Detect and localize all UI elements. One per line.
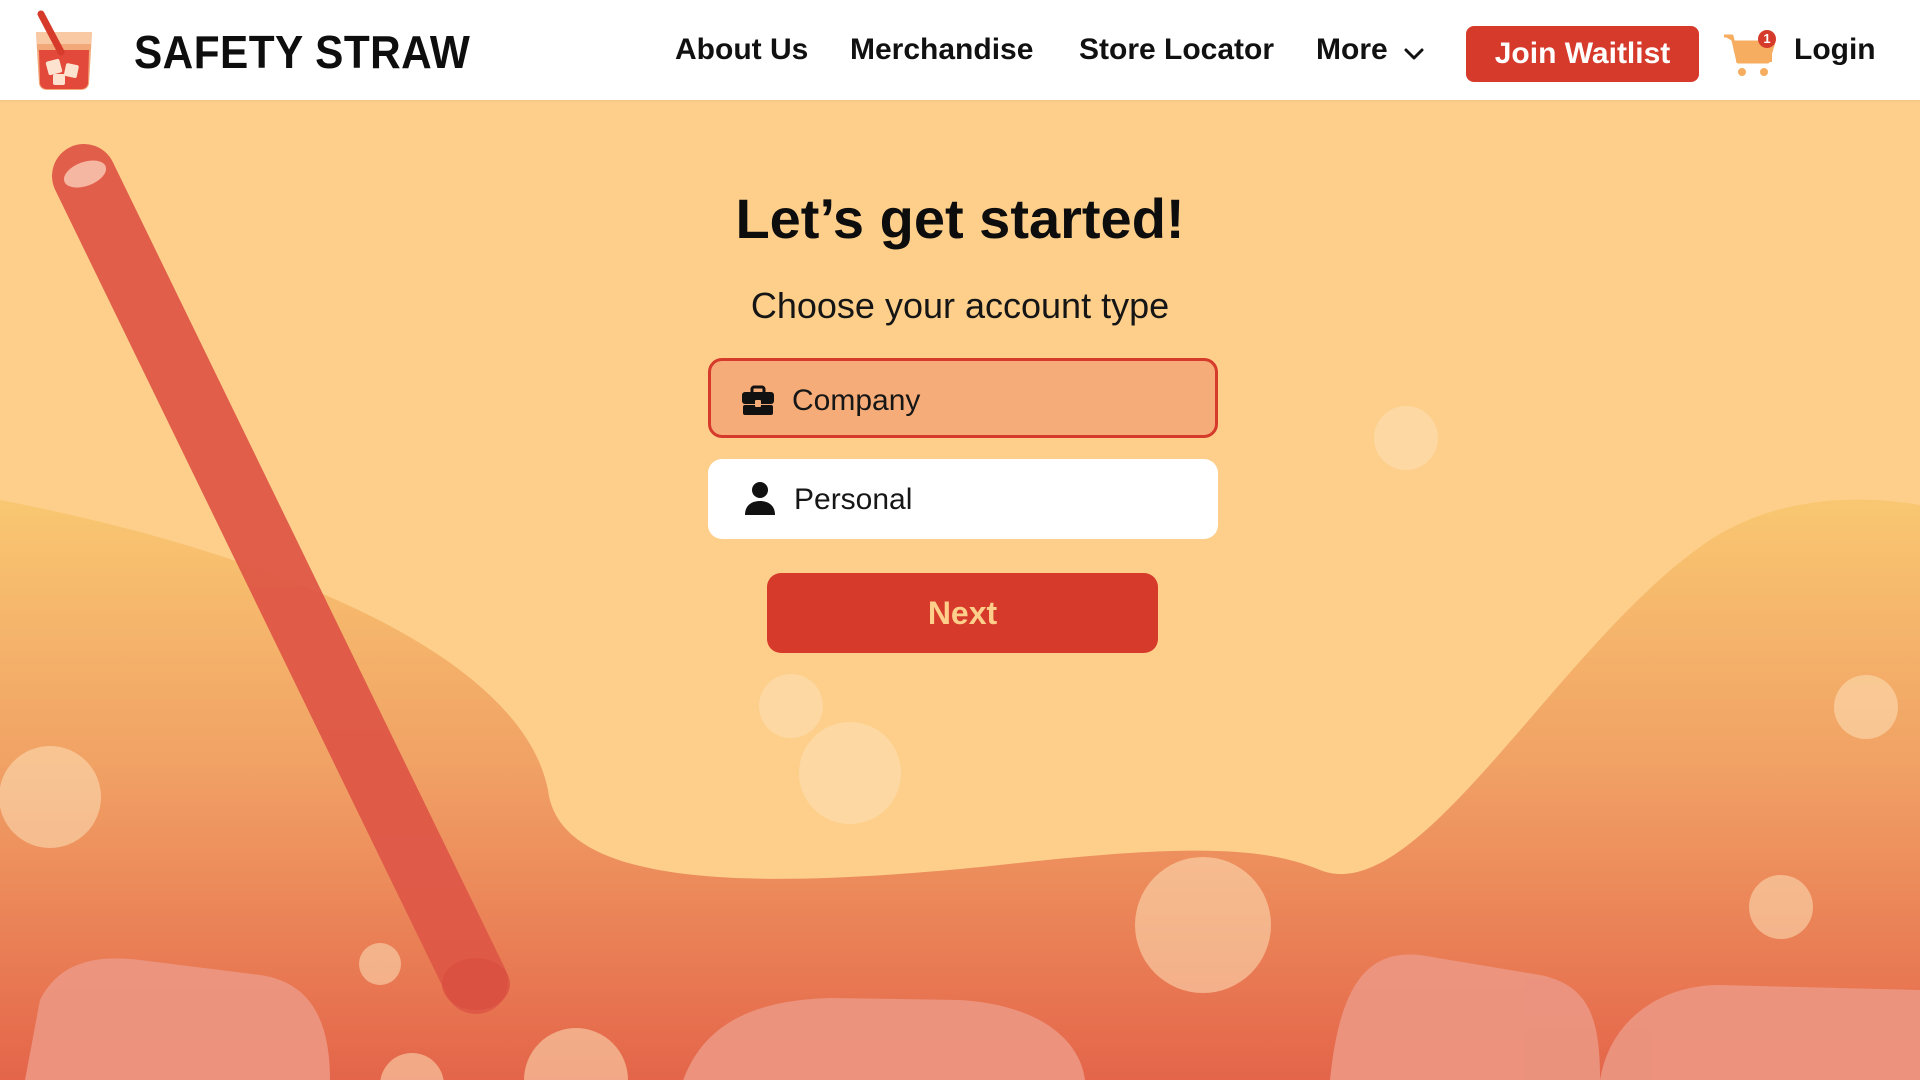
brand-name[interactable]: SAFETY STRAW xyxy=(134,28,470,76)
personal-label: Personal xyxy=(794,483,913,516)
nav-store-locator[interactable]: Store Locator xyxy=(1079,32,1274,68)
chevron-down-icon[interactable] xyxy=(1402,42,1426,66)
site-header: SAFETY STRAW About Us Merchandise Store … xyxy=(0,0,1920,100)
nav-more[interactable]: More xyxy=(1316,32,1388,68)
page-subtitle: Choose your account type xyxy=(750,285,1170,326)
drink-cup-straw-icon[interactable] xyxy=(31,10,97,90)
nav-merchandise[interactable]: Merchandise xyxy=(850,32,1033,68)
next-button[interactable]: Next xyxy=(767,573,1158,653)
account-type-personal-option[interactable]: Personal xyxy=(708,459,1218,539)
person-icon xyxy=(745,482,775,515)
briefcase-icon xyxy=(742,385,774,415)
company-label: Company xyxy=(792,384,921,417)
account-type-company-option[interactable]: Company xyxy=(708,358,1218,438)
join-waitlist-button[interactable]: Join Waitlist xyxy=(1466,26,1699,82)
nav-about-us[interactable]: About Us xyxy=(675,32,808,68)
page-title: Let’s get started! xyxy=(735,187,1185,250)
nav-login[interactable]: Login xyxy=(1794,32,1876,68)
cart-count-badge: 1 xyxy=(1758,30,1776,48)
